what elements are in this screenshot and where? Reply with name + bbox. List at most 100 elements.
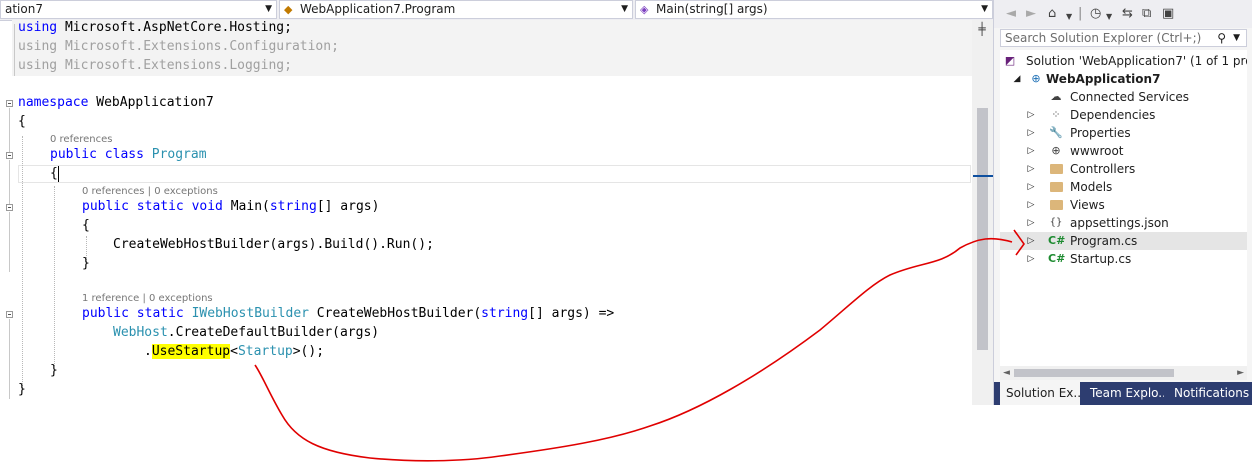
tree-item-properties[interactable]: ▷ 🔧 Properties	[1028, 124, 1247, 142]
code-editor[interactable]: ation7 ▼ ◆ WebApplication7.Program ▼ ◈ M…	[0, 0, 993, 405]
code-line-namespace: namespace WebApplication7	[18, 95, 214, 110]
collapsed-arrow-icon[interactable]: ▷	[1026, 124, 1036, 142]
forward-icon[interactable]: ►	[1026, 6, 1036, 22]
codelens-references[interactable]: 0 references | 0 exceptions	[82, 186, 218, 197]
fold-guide	[9, 319, 10, 399]
collapsed-arrow-icon[interactable]: ▷	[1026, 214, 1036, 232]
code-line-using-configuration: using Microsoft.Extensions.Configuration…	[18, 39, 339, 54]
split-editor-icon[interactable]: ╪	[975, 22, 989, 36]
code-line-usestartup: .UseStartup<Startup>();	[144, 344, 325, 359]
codelens-references[interactable]: 1 reference | 0 exceptions	[82, 293, 213, 304]
class-dropdown-label: WebApplication7.Program	[300, 2, 456, 16]
code-line-brace: {	[82, 218, 90, 233]
scrollbar-thumb[interactable]	[1014, 369, 1174, 377]
collapsed-arrow-icon[interactable]: ▷	[1026, 232, 1036, 250]
code-line-webhost: WebHost.CreateDefaultBuilder(args)	[113, 325, 380, 340]
tree-item-label: WebApplication7	[1046, 72, 1161, 86]
code-line-using-logging: using Microsoft.Extensions.Logging;	[18, 58, 292, 73]
code-line-brace: {	[18, 114, 26, 129]
project-dropdown-label: ation7	[5, 2, 43, 16]
scroll-right-icon[interactable]: ►	[1237, 366, 1244, 380]
tree-item-label: Controllers	[1070, 162, 1136, 176]
back-icon[interactable]: ◄	[1006, 6, 1016, 22]
json-file-icon: {}	[1049, 217, 1063, 228]
indent-guide	[22, 136, 23, 388]
tree-item-wwwroot[interactable]: ▷ ⊕ wwwroot	[1028, 142, 1247, 160]
collapsed-arrow-icon[interactable]: ▷	[1026, 196, 1036, 214]
tree-item-label: Solution 'WebApplication7' (1 of 1 proje…	[1026, 54, 1247, 68]
pending-changes-icon[interactable]: ◷	[1090, 6, 1101, 22]
dependencies-icon: ⁘	[1051, 108, 1061, 121]
fold-toggle-createwebhostbuilder[interactable]	[6, 311, 13, 318]
tree-item-appsettings[interactable]: ▷ {} appsettings.json	[1028, 214, 1247, 232]
tab-team-explorer[interactable]: Team Explo...	[1084, 382, 1164, 405]
caret-position-marker	[973, 175, 993, 177]
sync-icon[interactable]: ⇆	[1122, 6, 1133, 22]
navigation-bar: ation7 ▼ ◆ WebApplication7.Program ▼ ◈ M…	[0, 0, 993, 21]
project-dropdown[interactable]: ation7 ▼	[0, 0, 277, 19]
collapsed-arrow-icon[interactable]: ▷	[1026, 106, 1036, 124]
solution-tree: ◩ Solution 'WebApplication7' (1 of 1 pro…	[1000, 50, 1247, 366]
scroll-left-icon[interactable]: ◄	[1003, 366, 1010, 380]
tab-solution-explorer[interactable]: Solution Ex...	[1000, 382, 1080, 405]
tree-item-label: Dependencies	[1070, 108, 1156, 122]
fold-guide	[9, 212, 10, 272]
tree-item-label: appsettings.json	[1070, 216, 1169, 230]
collapsed-arrow-icon[interactable]: ▷	[1026, 250, 1036, 268]
tree-item-solution[interactable]: ◩ Solution 'WebApplication7' (1 of 1 pro…	[1000, 52, 1247, 70]
code-line-main: public static void Main(string[] args)	[82, 199, 380, 214]
collapsed-arrow-icon[interactable]: ▷	[1026, 160, 1036, 178]
fold-toggle-main[interactable]	[6, 204, 13, 211]
class-dropdown[interactable]: ◆ WebApplication7.Program ▼	[279, 0, 633, 19]
tree-item-label: wwwroot	[1070, 144, 1124, 158]
fold-guide	[14, 24, 15, 76]
show-all-files-icon[interactable]: ▣	[1162, 6, 1174, 22]
tree-item-controllers[interactable]: ▷ Controllers	[1028, 160, 1247, 180]
expanded-arrow-icon[interactable]: ◢	[1012, 70, 1022, 88]
tree-item-label: Properties	[1070, 126, 1131, 140]
home-icon[interactable]: ⌂	[1048, 6, 1056, 22]
solution-icon: ◩	[1004, 54, 1016, 67]
code-line-brace: }	[82, 256, 90, 271]
tree-item-project[interactable]: ◢ ⊕ WebApplication7	[1012, 70, 1247, 88]
tool-window-tab-strip: Solution Ex... Team Explo... Notificatio…	[994, 382, 1252, 405]
folder-icon	[1048, 196, 1064, 216]
search-icon[interactable]: ⚲	[1217, 30, 1226, 46]
chevron-down-icon[interactable]: ▼	[1233, 30, 1240, 46]
web-project-icon: ⊕	[1031, 72, 1041, 85]
tree-item-views[interactable]: ▷ Views	[1028, 196, 1247, 216]
current-line-highlight	[18, 165, 971, 183]
collapsed-arrow-icon[interactable]: ▷	[1026, 178, 1036, 196]
tab-notifications[interactable]: Notifications	[1168, 382, 1252, 405]
folder-icon	[1048, 178, 1064, 198]
tree-item-label: Views	[1070, 198, 1105, 212]
tree-item-label: Models	[1070, 180, 1113, 194]
indent-guide	[54, 186, 55, 366]
tree-item-label: Startup.cs	[1070, 252, 1132, 266]
tree-item-program-cs[interactable]: ▷ C# Program.cs	[1000, 232, 1247, 250]
tree-item-connected-services[interactable]: ☁ Connected Services	[1032, 88, 1247, 106]
code-line-createwebhostbuilder: public static IWebHostBuilder CreateWebH…	[82, 306, 615, 321]
globe-icon: ⊕	[1051, 144, 1061, 157]
scrollbar-thumb[interactable]	[977, 108, 988, 350]
chevron-down-icon[interactable]: ▼	[1066, 9, 1072, 25]
solution-explorer-search-input[interactable]: Search Solution Explorer (Ctrl+;) ⚲ ▼	[1000, 29, 1247, 47]
tree-item-label: Program.cs	[1070, 234, 1138, 248]
collapse-all-icon[interactable]: ⧉	[1142, 6, 1151, 22]
collapsed-arrow-icon[interactable]: ▷	[1026, 142, 1036, 160]
class-icon: ◆	[284, 3, 293, 16]
tree-item-dependencies[interactable]: ▷ ⁘ Dependencies	[1028, 106, 1247, 124]
tree-item-models[interactable]: ▷ Models	[1028, 178, 1247, 198]
member-dropdown[interactable]: ◈ Main(string[] args) ▼	[635, 0, 993, 19]
chevron-down-icon[interactable]: ▼	[1106, 9, 1112, 25]
code-line-class: public class Program	[50, 147, 207, 162]
horizontal-scrollbar[interactable]: ◄ ►	[1000, 366, 1247, 380]
fold-guide	[9, 108, 10, 152]
fold-toggle-namespace[interactable]	[6, 100, 13, 107]
tree-item-startup-cs[interactable]: ▷ C# Startup.cs	[1028, 250, 1247, 268]
chevron-down-icon: ▼	[621, 4, 628, 14]
fold-toggle-class[interactable]	[6, 152, 13, 159]
folder-icon	[1048, 160, 1064, 180]
code-line-brace: }	[18, 382, 26, 397]
codelens-references[interactable]: 0 references	[50, 134, 113, 145]
